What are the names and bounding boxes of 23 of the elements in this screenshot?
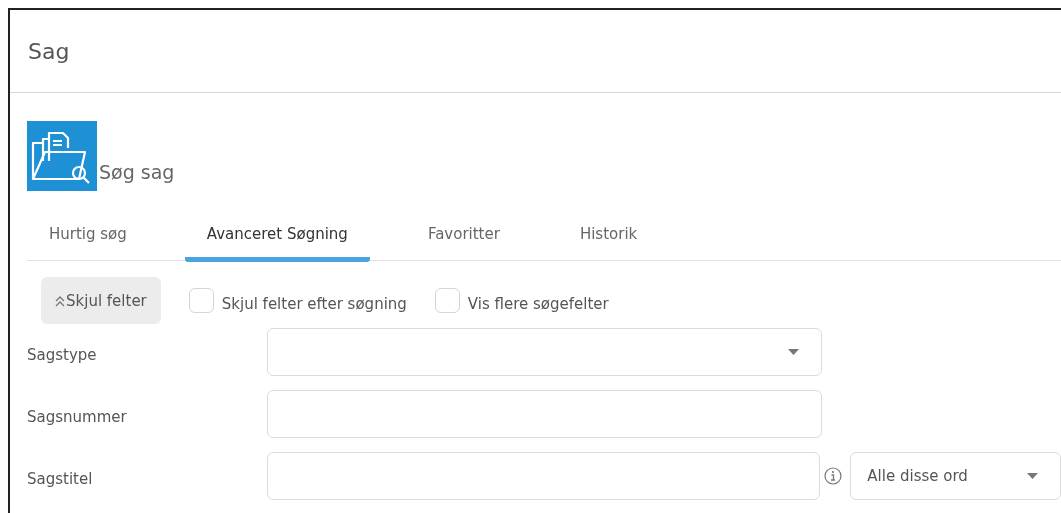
page-title: Sag	[28, 38, 70, 64]
tab[interactable]: Avanceret Søgning	[184, 217, 370, 262]
match-mode-dropdown[interactable]: Alle disse ord	[850, 452, 1061, 500]
caret-icon	[1027, 473, 1038, 479]
checkbox[interactable]	[188, 288, 214, 313]
checkbox-label: Vis flere søgefelter	[467, 294, 609, 313]
info-icon[interactable]	[824, 467, 843, 485]
field-label: Sagstitel	[27, 469, 94, 488]
field-label: Sagsnummer	[27, 407, 128, 426]
field-label: Sagstype	[27, 345, 98, 364]
tab[interactable]: Hurtig søg	[27, 217, 149, 262]
double-chevron-up-icon	[55, 294, 65, 307]
folder-search-icon	[27, 121, 97, 191]
tab[interactable]: Favoritter	[405, 217, 522, 262]
dropdown-field[interactable]	[267, 328, 822, 376]
checkbox-label: Skjul felter efter søgning	[221, 294, 407, 313]
input-field[interactable]	[267, 390, 822, 438]
input-field[interactable]	[266, 452, 821, 500]
checkbox[interactable]	[434, 288, 460, 313]
section-title: Søg sag	[99, 161, 175, 185]
caret-icon	[788, 349, 799, 355]
tab[interactable]: Historik	[557, 217, 660, 262]
hide-fields-button[interactable]: Skjul felter	[41, 277, 161, 324]
